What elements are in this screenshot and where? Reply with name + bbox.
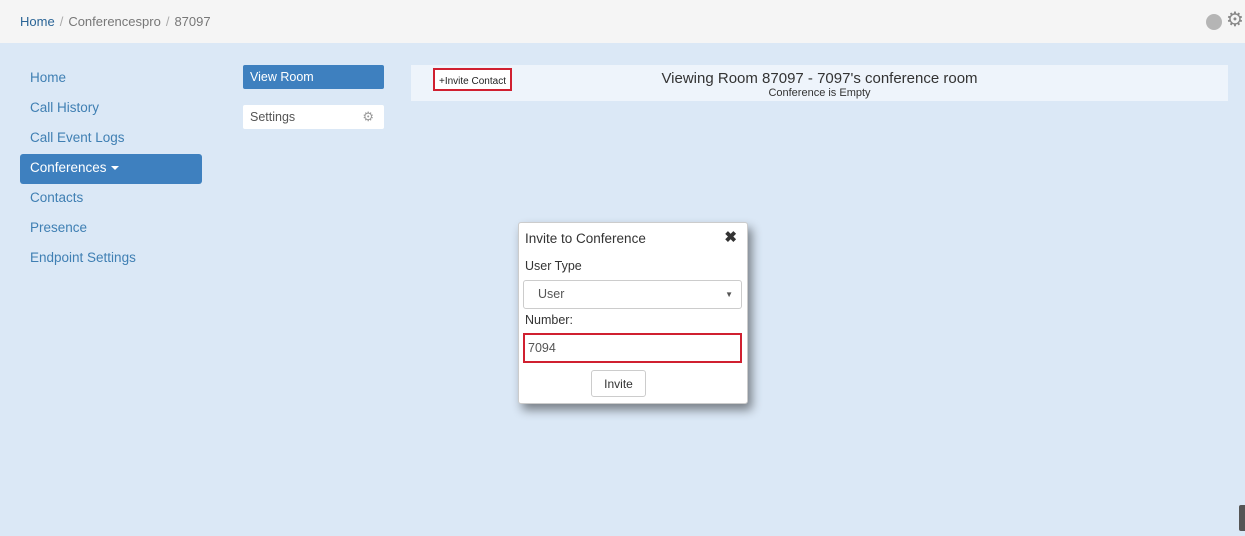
invite-dialog: Invite to Conference ✖ User Type User ▼ …: [518, 222, 748, 404]
breadcrumb-separator: /: [165, 14, 170, 29]
sidebar-item-call-event-logs[interactable]: Call Event Logs: [20, 124, 202, 154]
status-indicator-icon[interactable]: [1206, 14, 1222, 30]
sidebar-item-label: Endpoint Settings: [30, 250, 136, 265]
close-icon[interactable]: ✖: [724, 228, 737, 246]
sidebar-item-label: Call Event Logs: [30, 130, 125, 145]
sidebar-item-endpoint-settings[interactable]: Endpoint Settings: [20, 244, 202, 274]
breadcrumb-separator: /: [59, 14, 64, 29]
sidebar-item-home[interactable]: Home: [20, 64, 202, 94]
gear-icon: ⚙: [362, 109, 374, 124]
room-header: Viewing Room 87097 - 7097's conference r…: [411, 65, 1228, 101]
number-label: Number:: [525, 313, 573, 327]
view-room-button[interactable]: View Room: [243, 65, 384, 89]
side-tab-handle[interactable]: [1239, 505, 1245, 531]
breadcrumb-section-link[interactable]: Conferencespro: [68, 14, 161, 29]
invite-button[interactable]: Invite: [591, 370, 646, 397]
sidebar-item-label: Call History: [30, 100, 100, 115]
user-type-label: User Type: [525, 259, 582, 273]
sidebar-item-label: Contacts: [30, 190, 84, 205]
sidebar-item-presence[interactable]: Presence: [20, 214, 202, 244]
room-subnav: View Room Settings ⚙: [243, 65, 384, 145]
user-type-select[interactable]: User ▼: [523, 280, 742, 309]
breadcrumb-home-link[interactable]: Home: [20, 14, 55, 29]
breadcrumb: Home / Conferencespro / 87097: [20, 14, 211, 29]
sidebar-nav: Home Call History Call Event Logs Confer…: [20, 64, 202, 274]
dialog-title: Invite to Conference: [525, 231, 646, 246]
breadcrumb-room: 87097: [174, 14, 211, 29]
page-title: Viewing Room 87097 - 7097's conference r…: [661, 70, 978, 87]
sidebar-item-label: Presence: [30, 220, 88, 235]
top-bar: Home / Conferencespro / 87097 ⚙: [0, 0, 1245, 43]
sidebar-item-contacts[interactable]: Contacts: [20, 184, 202, 214]
invite-contact-button[interactable]: +Invite Contact: [433, 68, 512, 91]
sidebar-item-conferences[interactable]: Conferences: [20, 154, 202, 184]
caret-down-icon: [110, 166, 119, 171]
chevron-down-icon: ▼: [725, 290, 733, 299]
conference-status: Conference is Empty: [768, 87, 871, 99]
number-field[interactable]: [523, 333, 742, 363]
user-type-value: User: [538, 287, 565, 301]
settings-button[interactable]: Settings ⚙: [243, 105, 384, 129]
sidebar-item-label: Conferences: [30, 160, 107, 175]
sidebar-item-label: Home: [30, 70, 67, 85]
sidebar-item-call-history[interactable]: Call History: [20, 94, 202, 124]
gear-icon[interactable]: ⚙: [1226, 10, 1244, 30]
settings-label: Settings: [250, 110, 296, 124]
